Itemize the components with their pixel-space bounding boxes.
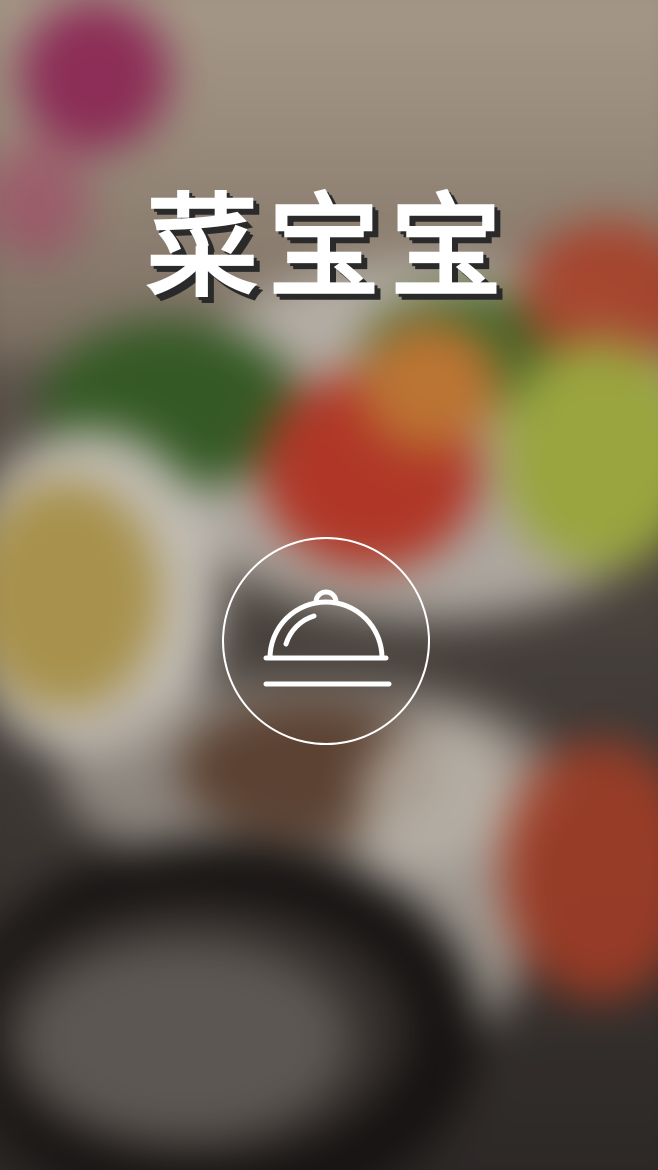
- app-title: 菜宝宝: [146, 183, 512, 313]
- app-logo: [222, 537, 430, 745]
- splash-screen: 菜宝宝: [0, 0, 658, 1170]
- food-cloche-icon: [263, 589, 392, 687]
